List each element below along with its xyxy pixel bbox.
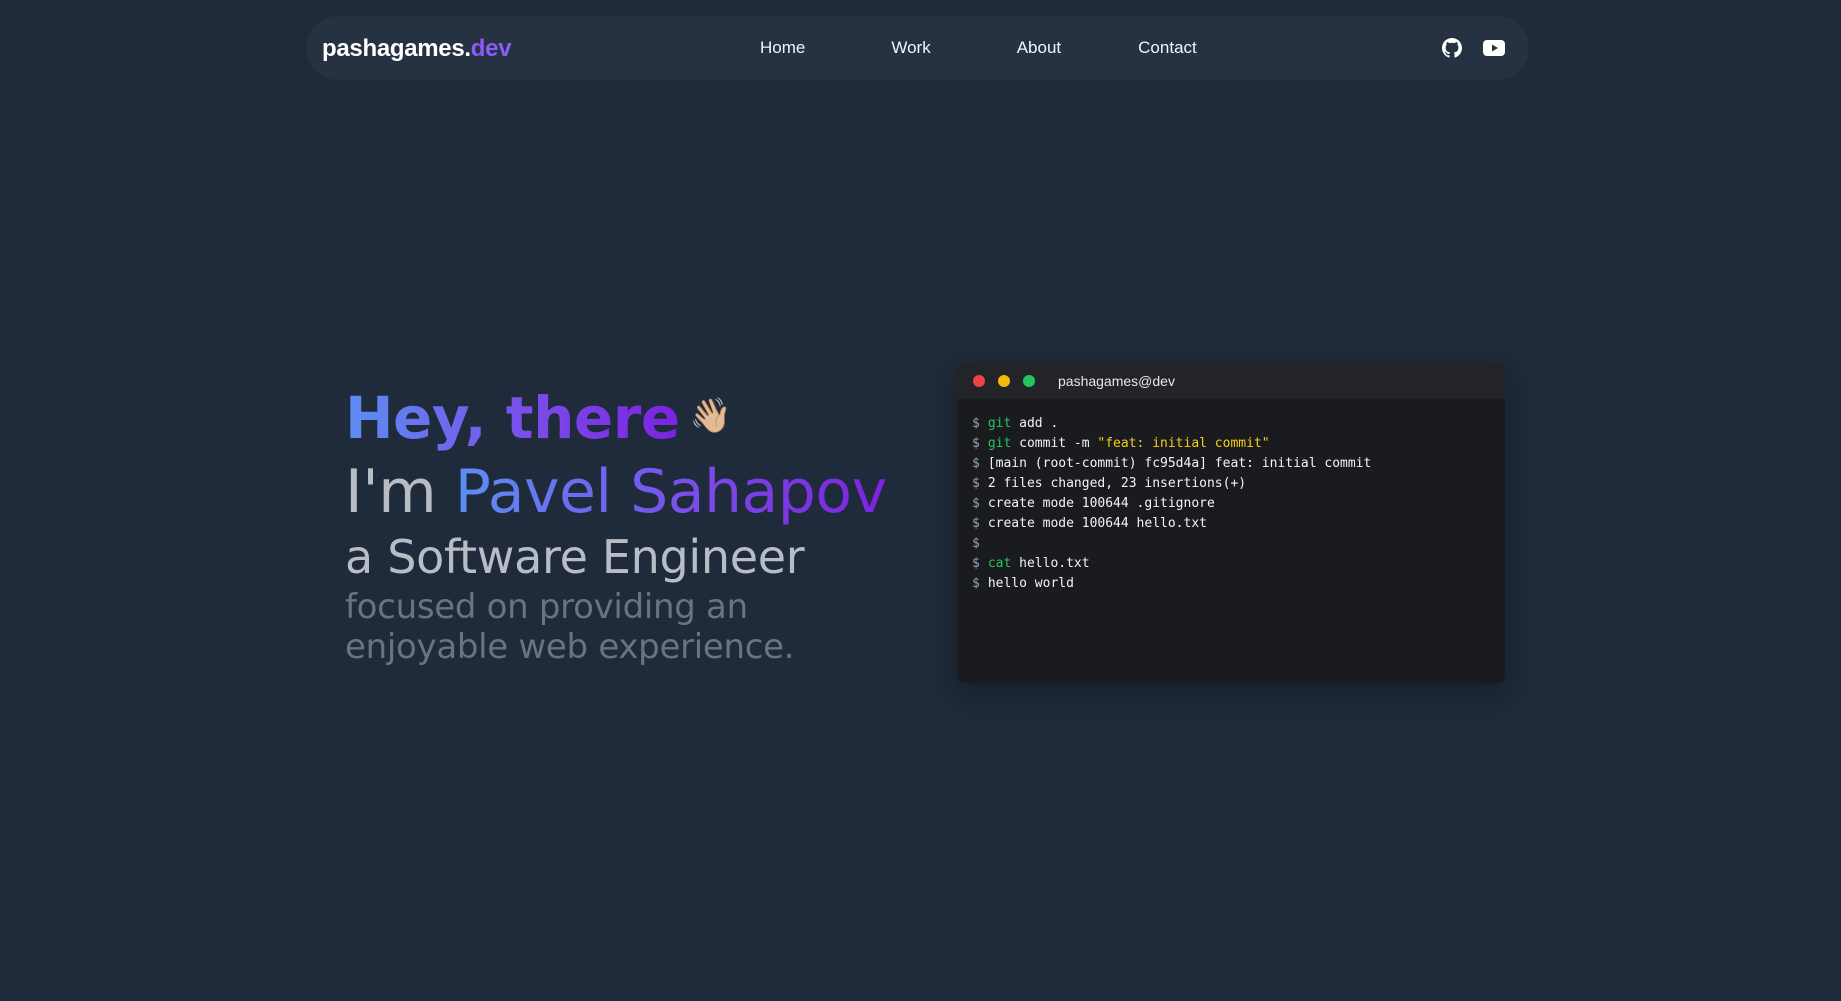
terminal-line: $ cat hello.txt <box>972 554 1490 574</box>
terminal-text: 2 files changed, 23 insertions(+) <box>987 476 1247 491</box>
terminal-text: add . <box>1011 416 1059 431</box>
terminal-title: pashagames@dev <box>1058 373 1175 389</box>
close-dot-icon <box>973 375 985 387</box>
terminal-text: commit -m <box>1011 436 1098 451</box>
maximize-dot-icon <box>1023 375 1035 387</box>
nav-link-work[interactable]: Work <box>891 38 930 58</box>
waving-hand-icon: 👋🏼 <box>689 395 732 436</box>
navbar: pashagames.dev Home Work About Contact <box>306 16 1529 80</box>
terminal-prompt: $ <box>972 536 980 551</box>
terminal-line: $ create mode 100644 hello.txt <box>972 514 1490 534</box>
terminal-prompt: $ <box>972 516 980 531</box>
terminal-text: create mode 100644 .gitignore <box>987 496 1215 511</box>
terminal-line: $ git add . <box>972 414 1490 434</box>
terminal-text: create mode 100644 hello.txt <box>987 516 1207 531</box>
terminal-string: "feat: initial commit" <box>1097 436 1270 451</box>
greeting-line: Hey, there 👋🏼 <box>345 383 905 457</box>
github-icon[interactable] <box>1441 37 1463 59</box>
terminal-text: hello.txt <box>1011 556 1090 571</box>
youtube-icon[interactable] <box>1483 37 1505 59</box>
terminal-prompt: $ <box>972 456 980 471</box>
terminal-output: $ git add . $ git commit -m "feat: initial … <box>957 399 1505 609</box>
nav-link-home[interactable]: Home <box>760 38 805 58</box>
person-name: Pavel Sahapov <box>454 456 887 527</box>
hero-intro: Hey, there 👋🏼 I'm Pavel Sahapov a Softwar… <box>345 383 905 667</box>
logo-main-text: pashagames. <box>322 35 471 62</box>
terminal-line: $ [main (root-commit) fc95d4a] feat: init… <box>972 454 1490 474</box>
terminal-command: git <box>987 436 1012 451</box>
terminal-prompt: $ <box>972 576 980 591</box>
role-text: a Software Engineer <box>345 529 805 584</box>
terminal-titlebar: pashagames@dev <box>957 363 1505 399</box>
terminal-command: cat <box>987 556 1012 571</box>
logo-accent-text: dev <box>470 35 512 62</box>
nav-link-contact[interactable]: Contact <box>1138 38 1197 58</box>
terminal-prompt: $ <box>972 496 980 511</box>
name-line: I'm Pavel Sahapov <box>345 457 905 527</box>
terminal-prompt: $ <box>972 476 980 491</box>
terminal-text: [main (root-commit) fc95d4a] feat: initi… <box>987 456 1372 471</box>
minimize-dot-icon <box>998 375 1010 387</box>
terminal-prompt: $ <box>972 416 980 431</box>
terminal-line: $ <box>972 534 1490 554</box>
greeting-text: Hey, there <box>345 384 680 452</box>
terminal-line: $ create mode 100644 .gitignore <box>972 494 1490 514</box>
terminal-line: $ git commit -m "feat: initial commit" <box>972 434 1490 454</box>
tagline-text: focused on providing an enjoyable web ex… <box>345 586 795 667</box>
terminal-line: $2 files changed, 23 insertions(+) <box>972 474 1490 494</box>
terminal-command: git <box>987 416 1012 431</box>
nav-links: Home Work About Contact <box>754 16 1197 80</box>
social-icons <box>1441 16 1505 80</box>
terminal-line: $ hello world <box>972 574 1490 594</box>
terminal-prompt: $ <box>972 436 980 451</box>
terminal-text: hello world <box>987 576 1074 591</box>
nav-link-about[interactable]: About <box>1017 38 1061 58</box>
im-prefix: I'm <box>345 456 455 527</box>
terminal-window: pashagames@dev $ git add . $ git commit -m … <box>957 363 1505 683</box>
site-logo[interactable]: pashagames.dev <box>322 35 512 63</box>
terminal-prompt: $ <box>972 556 980 571</box>
